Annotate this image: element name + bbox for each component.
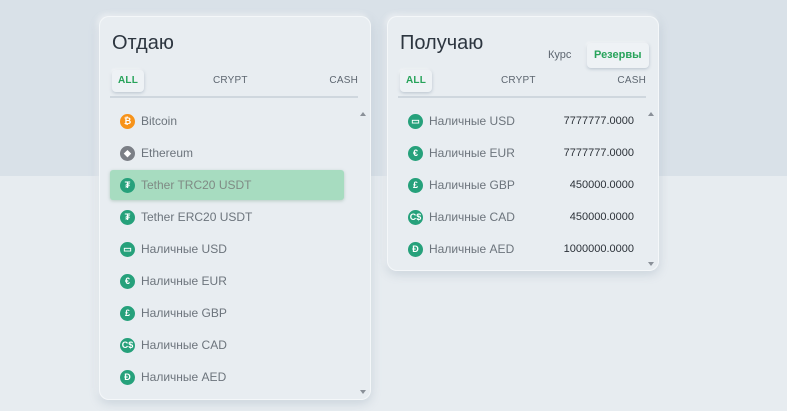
give-tab-all[interactable]: ALL: [112, 70, 145, 92]
get-tabs: ALL CRYPT CASH: [398, 68, 646, 98]
currency-label: Наличные GBP: [141, 306, 227, 320]
get-scrollbar[interactable]: [648, 112, 654, 266]
give-tab-crypt[interactable]: CRYPT: [213, 70, 248, 92]
rate-toggle[interactable]: Курс: [548, 43, 571, 68]
cash-eur-icon: €: [120, 273, 135, 289]
currency-label: Наличные AED: [141, 370, 227, 384]
tether-icon: ₮: [120, 177, 135, 193]
currency-label: Наличные EUR: [141, 274, 227, 288]
get-title: Получаю: [400, 32, 484, 54]
list-item[interactable]: ₮ Tether TRC20 USDT: [110, 170, 344, 200]
list-item[interactable]: C$ Наличные CAD: [110, 330, 358, 360]
list-item[interactable]: Đ Наличные AED: [110, 362, 358, 392]
ethereum-icon: ◆: [120, 145, 135, 161]
list-item[interactable]: € Наличные EUR: [110, 266, 358, 296]
currency-label: Tether TRC20 USDT: [141, 178, 252, 192]
reserve-amount: 450000.0000: [569, 211, 634, 223]
get-tab-cash[interactable]: CASH: [617, 70, 646, 92]
give-tabs: ALL CRYPT CASH: [110, 68, 358, 98]
list-item[interactable]: ▭ Наличные USD: [110, 234, 358, 264]
scroll-up-icon[interactable]: [648, 112, 654, 116]
cash-eur-icon: €: [408, 145, 423, 161]
give-panel: Отдаю ALL CRYPT CASH ₿ Bitcoin ◆ Ethereum ₮ T…: [99, 16, 371, 400]
give-tab-cash[interactable]: CASH: [329, 70, 358, 92]
get-currency-list: ▭ Наличные USD 7777777.0000 € Наличные EUR 77…: [398, 106, 646, 266]
cash-usd-icon: ▭: [120, 241, 135, 257]
reserve-amount: 7777777.0000: [563, 147, 634, 159]
list-item[interactable]: ₿ Bitcoin: [110, 106, 358, 136]
list-item[interactable]: € Наличные EUR 7777777.0000: [398, 138, 646, 168]
get-tab-all[interactable]: ALL: [400, 70, 433, 92]
cash-gbp-icon: £: [120, 305, 135, 321]
give-currency-list: ₿ Bitcoin ◆ Ethereum ₮ Tether TRC20 USDT ₮ Teth…: [110, 106, 358, 394]
cash-aed-icon: Đ: [408, 241, 423, 257]
currency-label: Наличные USD: [141, 242, 227, 256]
currency-label: Наличные AED: [429, 242, 515, 256]
reserve-amount: 1000000.0000: [563, 243, 634, 255]
cash-cad-icon: C$: [120, 337, 135, 353]
scroll-down-icon[interactable]: [360, 390, 366, 394]
list-item[interactable]: £ Наличные GBP 450000.0000: [398, 170, 646, 200]
reserve-amount: 450000.0000: [569, 179, 634, 191]
give-scrollbar[interactable]: [360, 112, 366, 394]
tether-icon: ₮: [120, 209, 135, 225]
currency-label: Bitcoin: [141, 114, 178, 128]
currency-label: Наличные GBP: [429, 178, 515, 192]
list-item[interactable]: ▭ Наличные USD 7777777.0000: [398, 106, 646, 136]
list-item[interactable]: ₮ Tether ERC20 USDT: [110, 202, 358, 232]
cash-cad-icon: C$: [408, 209, 423, 225]
give-title: Отдаю: [112, 32, 174, 54]
currency-label: Tether ERC20 USDT: [141, 210, 253, 224]
reserves-toggle[interactable]: Резервы: [587, 43, 649, 68]
cash-usd-icon: ▭: [408, 113, 423, 129]
currency-label: Наличные USD: [429, 114, 515, 128]
scroll-down-icon[interactable]: [648, 262, 654, 266]
list-item[interactable]: £ Наличные GBP: [110, 298, 358, 328]
get-panel: Получаю Курс Резервы ALL CRYPT CASH ▭ Нал…: [387, 16, 659, 271]
currency-label: Наличные CAD: [429, 210, 515, 224]
scroll-up-icon[interactable]: [360, 112, 366, 116]
list-item[interactable]: Đ Наличные AED 1000000.0000: [398, 234, 646, 264]
bitcoin-icon: ₿: [120, 113, 135, 129]
currency-label: Наличные CAD: [141, 338, 227, 352]
cash-gbp-icon: £: [408, 177, 423, 193]
list-item[interactable]: C$ Наличные CAD 450000.0000: [398, 202, 646, 232]
reserve-amount: 7777777.0000: [563, 115, 634, 127]
list-item[interactable]: ◆ Ethereum: [110, 138, 358, 168]
cash-aed-icon: Đ: [120, 369, 135, 385]
currency-label: Наличные EUR: [429, 146, 515, 160]
get-tab-crypt[interactable]: CRYPT: [501, 70, 536, 92]
currency-label: Ethereum: [141, 146, 194, 160]
